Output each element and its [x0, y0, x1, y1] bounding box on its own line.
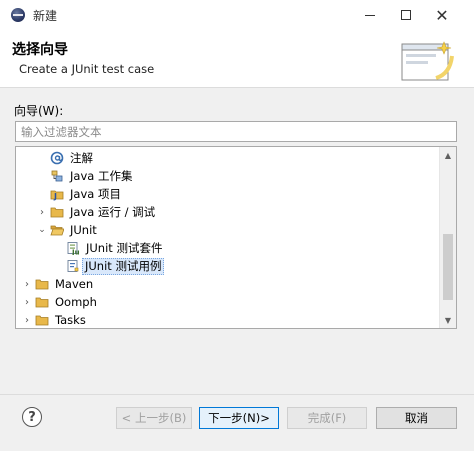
folder-icon	[35, 279, 49, 290]
window-titlebar[interactable]: 新建 ✕	[0, 0, 474, 30]
java-project-icon: J	[50, 190, 64, 201]
chevron-right-icon[interactable]: ›	[22, 315, 32, 326]
tree-item-java-working-set[interactable]: Java 工作集	[16, 167, 440, 185]
tree-item-label: Tasks	[55, 312, 86, 327]
footer-divider	[0, 394, 474, 395]
chevron-right-icon[interactable]: ›	[37, 207, 47, 218]
wizard-filter-input[interactable]	[15, 121, 457, 142]
junit-suite-icon: Ju	[67, 242, 80, 256]
tree-item-label: JUnit 测试用例	[82, 257, 165, 275]
minimize-icon	[365, 14, 375, 16]
tree-item-label: Maven	[55, 276, 94, 291]
tree-item-label: Oomph	[55, 294, 97, 309]
folder-icon	[35, 315, 49, 326]
maximize-icon	[401, 10, 411, 20]
tree-item-label: JUnit	[70, 222, 97, 237]
wizard-header: 选择向导 Create a JUnit test case	[0, 30, 474, 88]
help-icon: ?	[28, 409, 36, 425]
svg-text:J: J	[53, 192, 57, 201]
tree-item-annotation[interactable]: 注解	[16, 149, 440, 167]
close-icon: ✕	[435, 5, 449, 25]
tree-item-java-project[interactable]: J Java 项目	[16, 185, 440, 203]
new-wizard-banner-icon	[401, 41, 454, 81]
scroll-thumb[interactable]	[443, 234, 453, 300]
tree-item-label: 注解	[70, 150, 93, 165]
window-title: 新建	[33, 9, 58, 23]
help-button[interactable]: ?	[22, 407, 42, 427]
tree-item-junit[interactable]: ⌄ JUnit	[16, 221, 440, 239]
page-description: Create a JUnit test case	[19, 62, 155, 76]
tree-item-label: Java 项目	[70, 186, 121, 201]
scroll-down-arrow-icon[interactable]: ▼	[440, 312, 456, 328]
tree-item-junit-test-suite[interactable]: Ju JUnit 测试套件	[16, 239, 440, 257]
tree-item-oomph[interactable]: › Oomph	[16, 293, 440, 311]
tree-item-maven[interactable]: › Maven	[16, 275, 440, 293]
page-title: 选择向导	[12, 42, 68, 58]
working-set-icon	[51, 170, 63, 182]
eclipse-icon	[11, 8, 25, 22]
minimize-button[interactable]	[352, 0, 388, 30]
next-button[interactable]: 下一步(N)>	[199, 407, 279, 429]
tree-item-java-run-debug[interactable]: › Java 运行 / 调试	[16, 203, 440, 221]
svg-text:Ju: Ju	[71, 249, 80, 256]
finish-button[interactable]: 完成(F)	[287, 407, 367, 429]
wizard-tree[interactable]: 注解 Java 工作集 J Java 项目 › Java 运行 / 调试 ⌄ J…	[15, 146, 457, 329]
cancel-button[interactable]: 取消	[376, 407, 457, 429]
tree-item-label: Java 工作集	[70, 168, 133, 183]
tree-item-label: Java 运行 / 调试	[70, 204, 156, 219]
folder-icon	[35, 297, 49, 308]
chevron-right-icon[interactable]: ›	[22, 279, 32, 290]
back-button[interactable]: < 上一步(B)	[116, 407, 192, 429]
folder-open-icon	[50, 225, 64, 236]
junit-testcase-icon	[67, 260, 79, 272]
tree-item-tasks[interactable]: › Tasks	[16, 311, 440, 328]
tree-item-junit-test-case[interactable]: JUnit 测试用例	[16, 257, 440, 275]
tree-scrollbar[interactable]: ▲ ▼	[439, 147, 456, 328]
folder-icon	[50, 207, 64, 218]
close-button[interactable]: ✕	[424, 0, 460, 30]
annotation-icon	[50, 151, 64, 165]
chevron-right-icon[interactable]: ›	[22, 297, 32, 308]
chevron-down-icon[interactable]: ⌄	[37, 225, 47, 235]
tree-item-label: JUnit 测试套件	[86, 240, 163, 255]
maximize-button[interactable]	[388, 0, 424, 30]
scroll-up-arrow-icon[interactable]: ▲	[440, 147, 456, 163]
wizard-filter-label: 向导(W):	[14, 104, 64, 118]
